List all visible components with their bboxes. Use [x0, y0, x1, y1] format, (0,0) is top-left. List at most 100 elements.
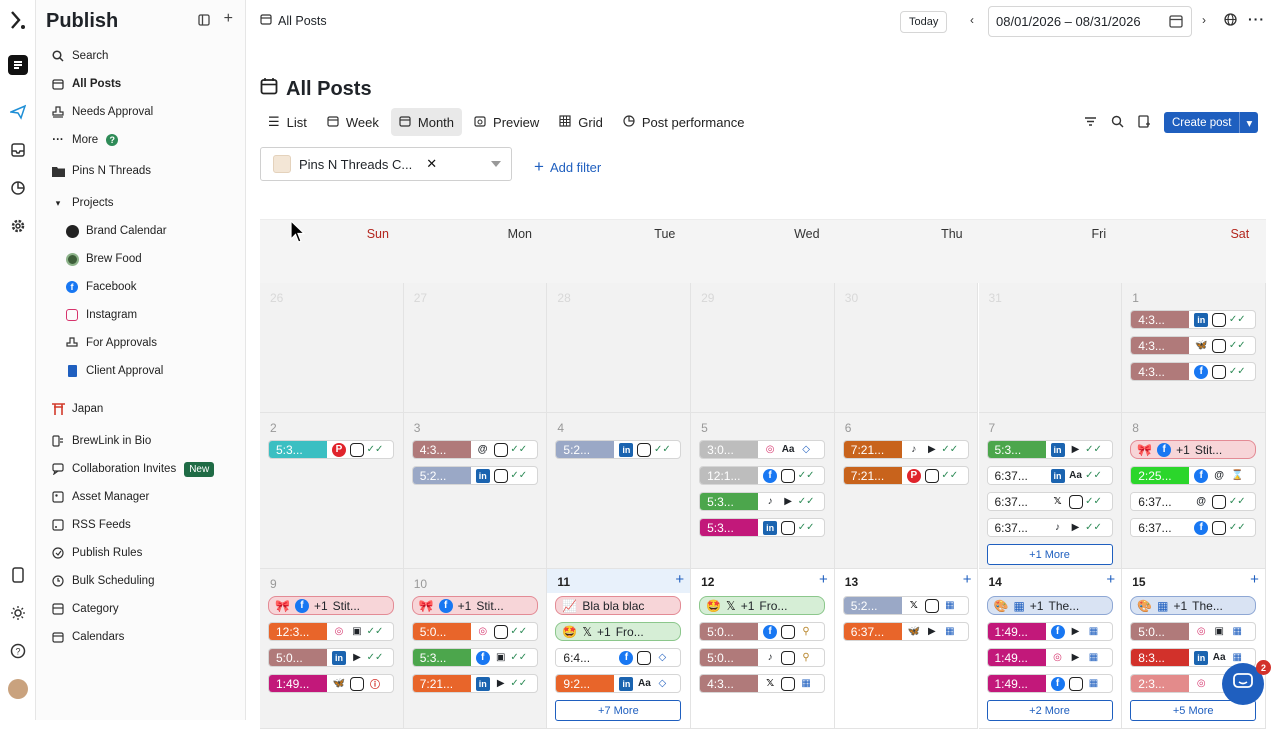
sidebar-item-all-posts[interactable]: All Posts — [50, 73, 237, 95]
tab-list[interactable]: ☰ List — [260, 108, 315, 136]
post-card[interactable]: 6:37... 🦋 ▶ ▦ — [842, 622, 969, 641]
day-cell[interactable]: 1 4:3... in ✓✓ 4:3... 🦋 ✓✓ 4:3... f ✓✓ — [1122, 283, 1266, 413]
dropdown-caret-icon[interactable] — [491, 161, 501, 167]
tab-preview[interactable]: Preview — [466, 108, 547, 136]
post-card[interactable]: 5:0... ◎ ▣ ▦ — [1130, 622, 1257, 641]
post-card[interactable]: 5:3... in ✓✓ — [699, 518, 826, 537]
post-card[interactable]: 6:4... f ◇ — [555, 648, 682, 667]
day-cell[interactable]: 7 5:3... in ▶ ✓✓ 6:37... in Aa ✓✓ 6:37... 𝕏 ✓✓ 6… — [978, 413, 1123, 569]
app-logo-icon[interactable] — [8, 10, 28, 30]
post-card[interactable]: 4:3... 𝕏 ▦ — [699, 674, 826, 693]
settings-gear-icon[interactable] — [8, 216, 28, 236]
sidebar-item-asset-manager[interactable]: Asset Manager — [50, 486, 237, 508]
export-icon[interactable] — [1138, 115, 1151, 133]
theme-sun-icon[interactable] — [8, 603, 28, 623]
post-card[interactable]: 5:3... in ▶ ✓✓ — [986, 440, 1113, 459]
create-post-button[interactable]: Create post ▾ — [1164, 112, 1259, 133]
day-cell[interactable]: 5 3:0... ◎ Aa ◇ 12:1... f ✓✓ 5:3... ♪ ▶ ✓✓ 5:3..… — [691, 413, 835, 569]
day-cell[interactable]: 9 🎀 f +1 Stit... 12:3... ◎ ▣ ✓✓ 5:0... in ▶ ✓✓ 1:… — [260, 569, 404, 729]
collapse-sidebar-icon[interactable] — [198, 13, 210, 31]
sidebar-item-needs-approval[interactable]: Needs Approval — [50, 101, 237, 123]
send-icon[interactable] — [8, 102, 28, 122]
prev-month-icon[interactable]: ‹ — [970, 13, 974, 27]
day-cell[interactable]: 30 — [834, 283, 979, 413]
day-cell[interactable]: 12 + 🤩 𝕏 +1 Fro... 5:0... f ⚲ 5:0... ♪ ⚲ 4:3... 𝕏… — [691, 569, 835, 729]
day-cell[interactable]: 26 — [260, 283, 404, 413]
post-card[interactable]: 6:37... 𝕏 ✓✓ — [986, 492, 1113, 511]
sidebar-item-bulk-scheduling[interactable]: Bulk Scheduling — [50, 570, 237, 592]
post-card[interactable]: 6:37... ♪ ▶ ✓✓ — [986, 518, 1113, 537]
globe-icon[interactable] — [1224, 13, 1237, 31]
sidebar-item-brew-food[interactable]: Brew Food — [64, 248, 237, 270]
day-cell[interactable]: 27 — [403, 283, 548, 413]
post-card[interactable]: 12:3... ◎ ▣ ✓✓ — [268, 622, 394, 641]
add-post-icon[interactable]: + — [675, 571, 684, 588]
filter-icon[interactable] — [1084, 115, 1097, 133]
post-card[interactable]: 1:49... 🦋 ⓘ — [268, 674, 394, 693]
day-cell-today[interactable]: 11 + 📈 Bla bla blac 🤩 𝕏 +1 Fro... 6:4... f ◇ 9:… — [547, 569, 692, 729]
post-card[interactable]: 🤩 𝕏 +1 Fro... — [555, 622, 682, 641]
chevron-down-icon[interactable]: ▾ — [1239, 112, 1258, 133]
add-icon[interactable]: + — [224, 11, 233, 31]
post-card[interactable]: 🎀 f +1 Stit... — [1130, 440, 1257, 459]
date-range-picker[interactable]: 08/01/2026 – 08/31/2026 — [988, 6, 1192, 37]
tab-week[interactable]: Week — [319, 108, 387, 136]
today-button[interactable]: Today — [900, 11, 948, 33]
sidebar-item-brewlink-in-bio[interactable]: BrewLink in Bio — [50, 430, 237, 452]
more-posts-button[interactable]: +7 More — [555, 700, 682, 721]
post-card[interactable]: 3:0... ◎ Aa ◇ — [699, 440, 826, 459]
post-card[interactable]: 🎀 f +1 Stit... — [268, 596, 394, 615]
post-card[interactable]: 5:2... in ✓✓ — [411, 466, 538, 485]
more-options-icon[interactable]: ··· — [1248, 11, 1265, 27]
day-cell[interactable]: 14 + 🎨 ▦ +1 The... 1:49... f ▶ ▦ 1:49... ◎ ▶ ▦ 1:4… — [978, 569, 1123, 729]
sidebar-item-rss-feeds[interactable]: RSS Feeds — [50, 514, 237, 536]
add-post-icon[interactable]: + — [1250, 571, 1259, 588]
day-cell[interactable]: 8 🎀 f +1 Stit... 2:25... f @ ⌛ 6:37... @ ✓✓ 6:37… — [1122, 413, 1266, 569]
post-card[interactable]: 5:2... in ✓✓ — [555, 440, 682, 459]
post-card[interactable]: 4:3... f ✓✓ — [1130, 362, 1257, 381]
sidebar-item-search[interactable]: Search — [50, 45, 237, 67]
post-card[interactable]: 7:21... in ▶ ✓✓ — [411, 674, 538, 693]
user-avatar[interactable] — [8, 679, 28, 699]
day-cell[interactable]: 10 🎀 f +1 Stit... 5:0... ◎ ✓✓ 5:3... f ▣ ✓✓ 7:21… — [403, 569, 548, 729]
sidebar-item-more[interactable]: ··· More? — [50, 129, 237, 151]
sidebar-item-category[interactable]: Category — [50, 598, 237, 620]
post-card[interactable]: 12:1... f ✓✓ — [699, 466, 826, 485]
post-card[interactable]: 5:0... in ▶ ✓✓ — [268, 648, 394, 667]
post-card[interactable]: 🤩 𝕏 +1 Fro... — [699, 596, 826, 615]
post-card[interactable]: 2:25... f @ ⌛ — [1130, 466, 1257, 485]
post-card[interactable]: 5:0... ♪ ⚲ — [699, 648, 826, 667]
post-card[interactable]: 🎨 ▦ +1 The... — [1130, 596, 1257, 615]
post-card[interactable]: 5:0... ◎ ✓✓ — [411, 622, 538, 641]
post-card[interactable]: 5:3... ♪ ▶ ✓✓ — [699, 492, 826, 511]
post-card[interactable]: 9:2... in Aa ◇ — [555, 674, 682, 693]
post-card[interactable]: 5:2... 𝕏 ▦ — [842, 596, 969, 615]
inbox-icon[interactable] — [8, 140, 28, 160]
search-icon[interactable] — [1111, 115, 1124, 133]
sidebar-item-projects[interactable]: ▾ Projects — [50, 192, 237, 214]
day-cell[interactable]: 4 5:2... in ✓✓ — [547, 413, 692, 569]
sidebar-item-publish-rules[interactable]: Publish Rules — [50, 542, 237, 564]
day-cell[interactable]: 2 5:3... P ✓✓ — [260, 413, 404, 569]
post-card[interactable]: 7:21... ♪ ▶ ✓✓ — [842, 440, 969, 459]
publish-icon[interactable] — [8, 55, 28, 75]
post-card[interactable]: 4:3... in ✓✓ — [1130, 310, 1257, 329]
day-cell[interactable]: 3 4:3... @ ✓✓ 5:2... in ✓✓ — [403, 413, 548, 569]
sidebar-item-japan[interactable]: Japan — [50, 398, 237, 420]
calendar-filter-select[interactable]: Pins N Threads C... ✕ — [260, 147, 512, 181]
tab-grid[interactable]: Grid — [551, 108, 611, 136]
more-posts-button[interactable]: +1 More — [986, 544, 1113, 565]
add-post-icon[interactable]: + — [963, 571, 972, 588]
day-cell[interactable]: 31 — [978, 283, 1123, 413]
day-cell[interactable]: 29 — [691, 283, 835, 413]
day-cell[interactable]: 6 7:21... ♪ ▶ ✓✓ 7:21... P ✓✓ — [834, 413, 979, 569]
post-card[interactable]: 5:3... P ✓✓ — [268, 440, 394, 459]
sidebar-item-instagram[interactable]: Instagram — [64, 304, 237, 326]
post-card[interactable]: 7:21... P ✓✓ — [842, 466, 969, 485]
day-cell[interactable]: 15 + 🎨 ▦ +1 The... 5:0... ◎ ▣ ▦ 8:3... in Aa ▦ 2:3… — [1122, 569, 1266, 729]
clear-filter-icon[interactable]: ✕ — [426, 156, 437, 172]
sidebar-item-collaboration-invites[interactable]: Collaboration Invites New — [50, 458, 237, 480]
post-card[interactable]: 5:3... f ▣ ✓✓ — [411, 648, 538, 667]
sidebar-item-for-approvals[interactable]: For Approvals — [64, 332, 237, 354]
add-post-icon[interactable]: + — [1106, 571, 1115, 588]
